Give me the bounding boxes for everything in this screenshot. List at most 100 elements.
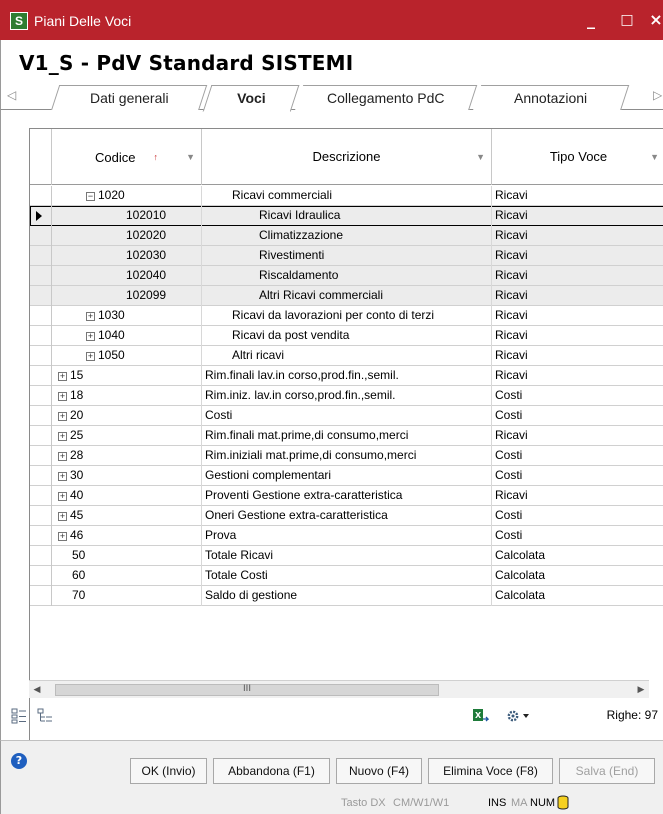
horizontal-scrollbar[interactable]: ◀ III ▶ — [29, 680, 649, 698]
settings-gear-icon[interactable] — [505, 708, 531, 724]
tab-collegamento-pdc[interactable]: Collegamento PdC — [294, 85, 478, 111]
tab-annotazioni[interactable]: Annotazioni — [472, 85, 630, 111]
row-selector[interactable] — [30, 346, 52, 366]
tab-voci[interactable]: Voci — [202, 85, 300, 112]
scroll-right-icon[interactable]: ▶ — [633, 681, 649, 699]
expand-node-icon[interactable]: + — [58, 432, 67, 441]
cell-codice[interactable]: +46 — [52, 526, 202, 546]
table-row[interactable]: 50 Totale Ricavi Calcolata — [30, 546, 663, 566]
column-header-tipo-voce[interactable]: Tipo Voce ▼ — [492, 129, 663, 185]
table-row[interactable]: 102010 Ricavi Idraulica Ricavi — [30, 206, 663, 226]
row-selector[interactable] — [30, 586, 52, 606]
filter-dropdown-icon[interactable]: ▼ — [476, 129, 485, 185]
cell-descrizione[interactable]: Rim.iniz. lav.in corso,prod.fin.,semil. — [202, 386, 492, 406]
cell-tipo-voce[interactable]: Costi — [492, 406, 663, 426]
cell-codice[interactable]: +45 — [52, 506, 202, 526]
row-selector[interactable] — [30, 186, 52, 206]
maximize-button[interactable]: □ — [616, 8, 638, 32]
cell-codice[interactable]: 102010 — [52, 206, 202, 226]
table-row[interactable]: +1030 Ricavi da lavorazioni per conto di … — [30, 306, 663, 326]
cell-tipo-voce[interactable]: Ricavi — [492, 266, 663, 286]
row-selector[interactable] — [30, 546, 52, 566]
cell-codice[interactable]: +40 — [52, 486, 202, 506]
table-row[interactable]: +46 Prova Costi — [30, 526, 663, 546]
cell-tipo-voce[interactable]: Ricavi — [492, 186, 663, 206]
table-row[interactable]: 102099 Altri Ricavi commerciali Ricavi — [30, 286, 663, 306]
table-row[interactable]: +18 Rim.iniz. lav.in corso,prod.fin.,semi… — [30, 386, 663, 406]
table-row[interactable]: 102040 Riscaldamento Ricavi — [30, 266, 663, 286]
cell-codice[interactable]: 102040 — [52, 266, 202, 286]
cell-codice[interactable]: +1040 — [52, 326, 202, 346]
abbandona-button[interactable]: Abbandona (F1) — [213, 758, 330, 784]
cell-descrizione[interactable]: Totale Ricavi — [202, 546, 492, 566]
table-row[interactable]: +1040 Ricavi da post vendita Ricavi — [30, 326, 663, 346]
cell-descrizione[interactable]: Proventi Gestione extra-caratteristica — [202, 486, 492, 506]
cell-codice[interactable]: 102020 — [52, 226, 202, 246]
cell-codice[interactable]: +20 — [52, 406, 202, 426]
row-selector[interactable] — [30, 466, 52, 486]
expand-all-icon[interactable] — [11, 708, 27, 724]
cell-tipo-voce[interactable]: Ricavi — [492, 366, 663, 386]
cell-tipo-voce[interactable]: Calcolata — [492, 586, 663, 606]
expand-node-icon[interactable]: + — [58, 492, 67, 501]
column-header-codice[interactable]: Codice ↑ ▼ — [52, 129, 202, 185]
cell-tipo-voce[interactable]: Costi — [492, 526, 663, 546]
nuovo-button[interactable]: Nuovo (F4) — [336, 758, 422, 784]
cell-codice[interactable]: +25 — [52, 426, 202, 446]
cell-tipo-voce[interactable]: Ricavi — [492, 206, 663, 226]
export-excel-icon[interactable]: X — [473, 708, 489, 724]
row-selector[interactable] — [30, 566, 52, 586]
cell-descrizione[interactable]: Altri ricavi — [202, 346, 492, 366]
column-header-descrizione[interactable]: Descrizione ▼ — [202, 129, 492, 185]
cell-codice[interactable]: +15 — [52, 366, 202, 386]
cell-tipo-voce[interactable]: Ricavi — [492, 346, 663, 366]
cell-tipo-voce[interactable]: Costi — [492, 386, 663, 406]
cell-codice[interactable]: +1050 — [52, 346, 202, 366]
cell-tipo-voce[interactable]: Ricavi — [492, 326, 663, 346]
row-selector[interactable] — [30, 226, 52, 246]
row-selector[interactable] — [30, 406, 52, 426]
minimize-button[interactable]: _ — [580, 8, 602, 32]
expand-node-icon[interactable]: + — [86, 332, 95, 341]
table-row[interactable]: +40 Proventi Gestione extra-caratteristic… — [30, 486, 663, 506]
cell-descrizione[interactable]: Ricavi Idraulica — [202, 206, 492, 226]
table-row[interactable]: +20 Costi Costi — [30, 406, 663, 426]
expand-node-icon[interactable]: + — [58, 472, 67, 481]
row-selector[interactable] — [30, 366, 52, 386]
tab-dati-generali[interactable]: Dati generali — [50, 85, 208, 111]
expand-node-icon[interactable]: + — [58, 392, 67, 401]
cell-codice[interactable]: 102099 — [52, 286, 202, 306]
table-row[interactable]: 60 Totale Costi Calcolata — [30, 566, 663, 586]
cell-descrizione[interactable]: Rim.finali mat.prime,di consumo,merci — [202, 426, 492, 446]
cell-tipo-voce[interactable]: Costi — [492, 446, 663, 466]
cell-tipo-voce[interactable]: Costi — [492, 466, 663, 486]
ok-button[interactable]: OK (Invio) — [130, 758, 207, 784]
collapse-node-icon[interactable]: − — [86, 192, 95, 201]
row-selector[interactable] — [30, 526, 52, 546]
cell-codice[interactable]: 60 — [52, 566, 202, 586]
cell-codice[interactable]: 70 — [52, 586, 202, 606]
table-row[interactable]: +15 Rim.finali lav.in corso,prod.fin.,sem… — [30, 366, 663, 386]
row-selector[interactable] — [30, 206, 52, 226]
table-row[interactable]: +28 Rim.iniziali mat.prime,di consumo,mer… — [30, 446, 663, 466]
cell-codice[interactable]: +30 — [52, 466, 202, 486]
cell-descrizione[interactable]: Rivestimenti — [202, 246, 492, 266]
filter-dropdown-icon[interactable]: ▼ — [650, 129, 659, 185]
row-selector[interactable] — [30, 326, 52, 346]
expand-node-icon[interactable]: + — [58, 532, 67, 541]
cell-tipo-voce[interactable]: Calcolata — [492, 566, 663, 586]
cell-codice[interactable]: +28 — [52, 446, 202, 466]
cell-descrizione[interactable]: Ricavi commerciali — [202, 186, 492, 206]
expand-node-icon[interactable]: + — [58, 412, 67, 421]
cell-tipo-voce[interactable]: Ricavi — [492, 486, 663, 506]
cell-tipo-voce[interactable]: Ricavi — [492, 286, 663, 306]
expand-node-icon[interactable]: + — [58, 372, 67, 381]
cell-tipo-voce[interactable]: Costi — [492, 506, 663, 526]
cell-descrizione[interactable]: Rim.finali lav.in corso,prod.fin.,semil. — [202, 366, 492, 386]
row-selector[interactable] — [30, 286, 52, 306]
cell-descrizione[interactable]: Saldo di gestione — [202, 586, 492, 606]
expand-node-icon[interactable]: + — [86, 352, 95, 361]
expand-node-icon[interactable]: + — [58, 512, 67, 521]
cell-codice[interactable]: +1030 — [52, 306, 202, 326]
filter-dropdown-icon[interactable]: ▼ — [186, 129, 195, 185]
